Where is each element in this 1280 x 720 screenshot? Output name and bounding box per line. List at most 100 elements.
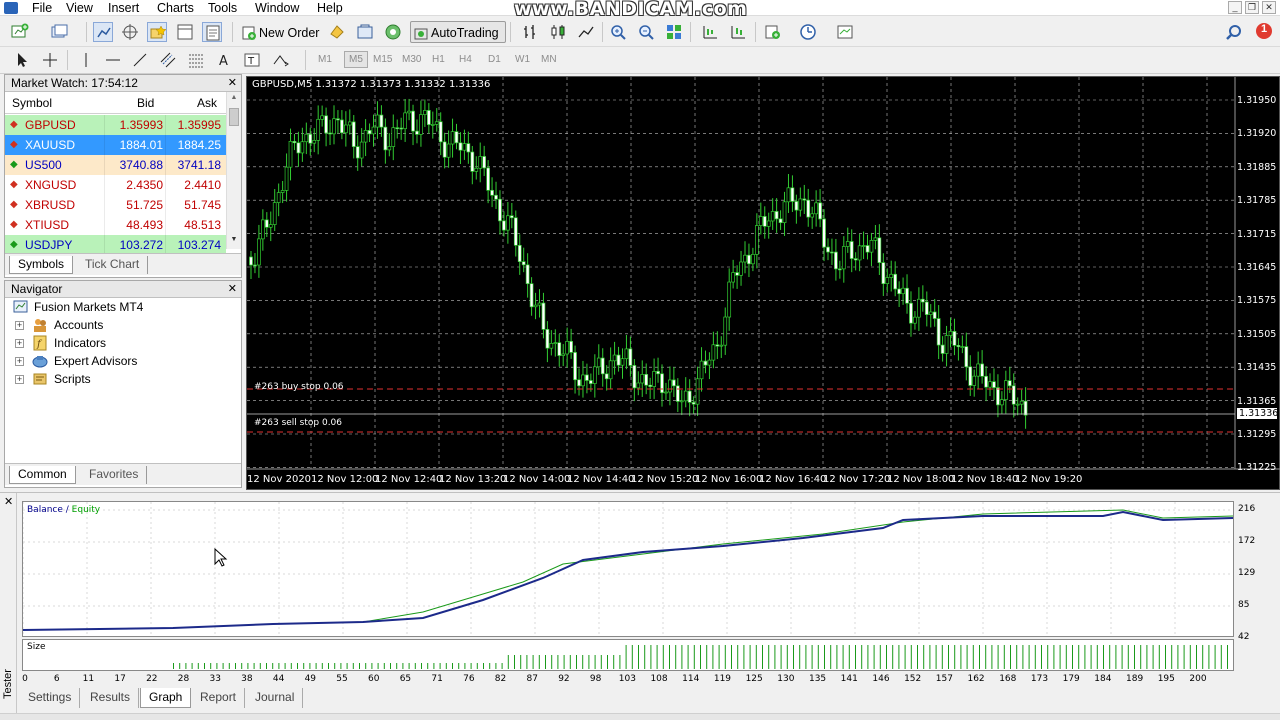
- terminal-icon[interactable]: [175, 22, 195, 42]
- expand-icon[interactable]: +: [15, 339, 24, 348]
- zoom-in-icon[interactable]: [608, 22, 628, 42]
- row-bid: 48.493: [126, 218, 163, 232]
- auto-scroll-icon[interactable]: [728, 22, 748, 42]
- tester-sidebar: ✕ Tester: [0, 493, 17, 720]
- timeframe-m15[interactable]: M15: [373, 54, 392, 65]
- expand-icon[interactable]: +: [15, 321, 24, 330]
- chart-shift-icon[interactable]: [700, 22, 720, 42]
- expand-icon[interactable]: +: [15, 357, 24, 366]
- menu-file[interactable]: File: [30, 0, 54, 16]
- price-chart[interactable]: GBPUSD,M5 1.31372 1.31373 1.31332 1.3133…: [246, 76, 1280, 490]
- fibonacci-icon[interactable]: [186, 50, 206, 70]
- tile-windows-icon[interactable]: [664, 22, 684, 42]
- price-tick-label: 1.31575: [1237, 295, 1277, 307]
- restore-icon[interactable]: ❐: [1245, 1, 1259, 14]
- menu-bar: File View Insert Charts Tools Window Hel…: [0, 0, 1280, 20]
- timeframe-m5[interactable]: M5: [344, 51, 368, 68]
- timeframe-d1[interactable]: D1: [488, 54, 501, 65]
- scroll-up-icon[interactable]: ▲: [228, 94, 240, 106]
- menu-view[interactable]: View: [64, 0, 95, 16]
- metaeditor-icon[interactable]: [327, 22, 347, 42]
- market-watch-row[interactable]: ◆ XAUUSD 1884.01 1884.25: [5, 135, 226, 155]
- data-window-icon[interactable]: [120, 22, 140, 42]
- scroll-down-icon[interactable]: ▼: [228, 236, 240, 248]
- navigator-close-icon[interactable]: ✕: [228, 282, 237, 296]
- market-watch-row[interactable]: ◆ USDJPY 103.272 103.274: [5, 235, 226, 255]
- signals-icon[interactable]: [383, 22, 403, 42]
- col-ask[interactable]: Ask: [197, 96, 217, 110]
- market-watch-toggle-icon[interactable]: [93, 22, 113, 42]
- autotrading-button[interactable]: AutoTrading: [410, 21, 506, 43]
- candlestick-icon[interactable]: [548, 22, 568, 42]
- navigator-toggle-icon[interactable]: [147, 22, 167, 42]
- vertical-line-icon[interactable]: [76, 50, 96, 70]
- equidistant-channel-icon[interactable]: [158, 50, 178, 70]
- market-watch-row[interactable]: ◆ XBRUSD 51.725 51.745: [5, 195, 226, 215]
- expand-icon[interactable]: +: [15, 375, 24, 384]
- close-icon[interactable]: ✕: [1262, 1, 1276, 14]
- minimize-icon[interactable]: _: [1228, 1, 1242, 14]
- zoom-out-icon[interactable]: [636, 22, 656, 42]
- market-watch-row[interactable]: ◆ GBPUSD 1.35993 1.35995: [5, 115, 226, 135]
- tab-common[interactable]: Common: [9, 466, 76, 484]
- market-watch-row[interactable]: ◆ US500 3740.88 3741.18: [5, 155, 226, 175]
- tab-journal[interactable]: Journal: [247, 688, 304, 708]
- tab-report[interactable]: Report: [192, 688, 246, 708]
- indicators-icon[interactable]: [763, 22, 783, 42]
- menu-window[interactable]: Window: [253, 0, 301, 16]
- graph-x-tick: 82: [494, 674, 507, 684]
- strategy-tester-icon[interactable]: [202, 22, 222, 42]
- graph-x-tick: 71: [431, 674, 443, 684]
- menu-tools[interactable]: Tools: [206, 0, 239, 16]
- market-icon[interactable]: [355, 22, 375, 42]
- market-watch-row[interactable]: ◆ XNGUSD 2.4350 2.4410: [5, 175, 226, 195]
- crosshair-icon[interactable]: [40, 50, 60, 70]
- market-watch-close-icon[interactable]: ✕: [228, 76, 237, 90]
- notification-badge[interactable]: 1: [1254, 21, 1274, 41]
- line-chart-icon[interactable]: [576, 22, 596, 42]
- arrows-icon[interactable]: [270, 50, 290, 70]
- market-watch-scrollbar[interactable]: ▲ ▼: [226, 92, 241, 249]
- tab-settings[interactable]: Settings: [20, 688, 81, 708]
- new-order-button[interactable]: New Order: [238, 21, 320, 43]
- timeframe-m30[interactable]: M30: [402, 54, 421, 65]
- tab-results[interactable]: Results: [82, 688, 140, 708]
- market-watch-row[interactable]: ◆ XTIUSD 48.493 48.513: [5, 215, 226, 235]
- horizontal-line-icon[interactable]: [103, 50, 123, 70]
- trendline-icon[interactable]: [130, 50, 150, 70]
- navigator-title-text: Navigator: [11, 282, 63, 296]
- scroll-thumb[interactable]: [229, 108, 239, 126]
- profiles-icon[interactable]: [50, 22, 70, 42]
- buy-stop-order-label[interactable]: #263 buy stop 0.06: [254, 382, 344, 392]
- tab-favorites[interactable]: Favorites: [81, 466, 148, 484]
- timeframe-h4[interactable]: H4: [459, 54, 472, 65]
- tab-tick-chart[interactable]: Tick Chart: [77, 256, 149, 274]
- text-tool-icon[interactable]: A: [214, 50, 234, 70]
- cursor-icon[interactable]: [12, 50, 32, 70]
- size-panel: Size: [22, 639, 1234, 671]
- sell-stop-order-label[interactable]: #263 sell stop 0.06: [254, 418, 342, 428]
- col-bid[interactable]: Bid: [137, 96, 154, 110]
- tab-symbols[interactable]: Symbols: [9, 256, 74, 274]
- timeframe-m1[interactable]: M1: [318, 54, 332, 65]
- timeframe-w1[interactable]: W1: [515, 54, 530, 65]
- col-symbol[interactable]: Symbol: [12, 96, 52, 110]
- timeframe-mn[interactable]: MN: [541, 54, 557, 65]
- periods-icon[interactable]: [798, 22, 818, 42]
- time-tick-label: 12 Nov 17:20: [823, 474, 891, 485]
- menu-help[interactable]: Help: [315, 0, 345, 16]
- text-label-icon[interactable]: T: [242, 50, 262, 70]
- tester-close-icon[interactable]: ✕: [4, 495, 13, 508]
- search-icon[interactable]: [1224, 23, 1244, 43]
- bar-chart-icon[interactable]: [520, 22, 540, 42]
- menu-insert[interactable]: Insert: [106, 0, 141, 16]
- templates-icon[interactable]: [835, 22, 855, 42]
- menu-charts[interactable]: Charts: [155, 0, 196, 16]
- tab-graph[interactable]: Graph: [140, 688, 192, 708]
- graph-x-tick: 179: [1062, 674, 1080, 684]
- timeframe-h1[interactable]: H1: [432, 54, 445, 65]
- new-chart-icon[interactable]: [10, 22, 30, 42]
- graph-x-tick: 11: [82, 674, 95, 684]
- graph-x-tick: 141: [840, 674, 858, 684]
- autotrading-label: AutoTrading: [431, 26, 499, 40]
